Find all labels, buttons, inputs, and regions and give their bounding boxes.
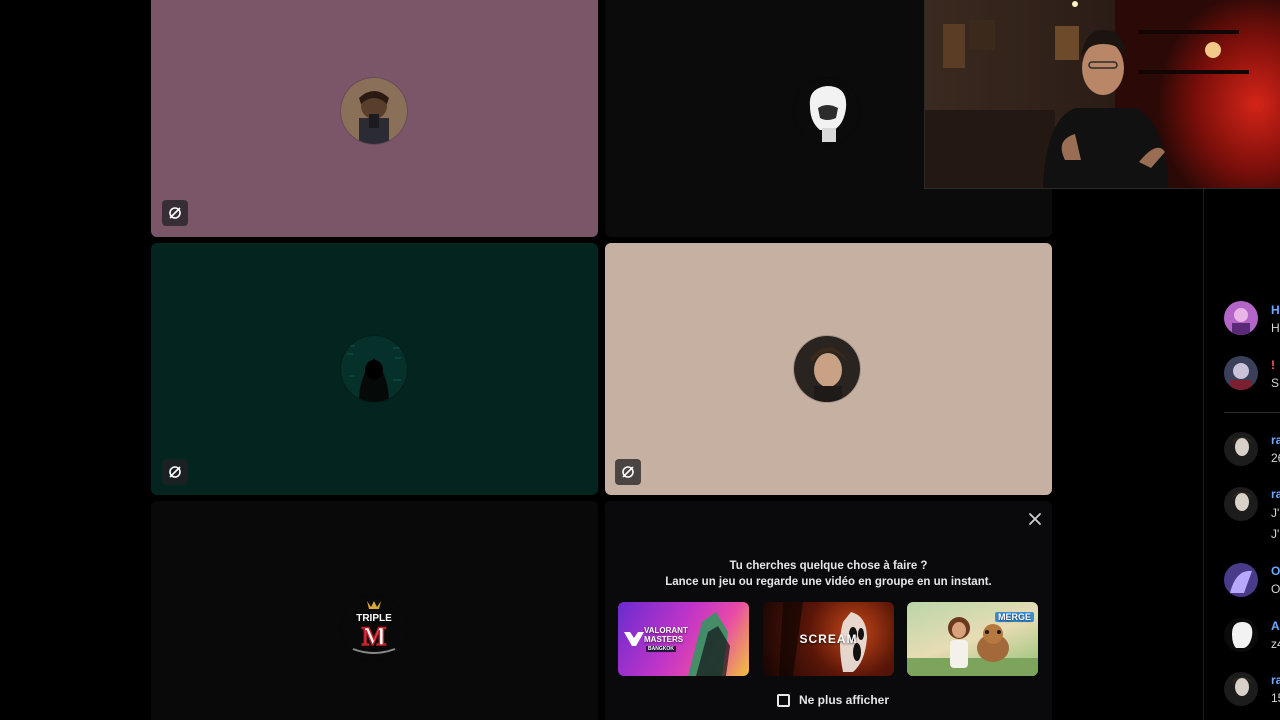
chat-message-text: 26 (1271, 451, 1280, 465)
chat-message[interactable]: ra 15 (1224, 672, 1280, 708)
chat-avatar (1224, 301, 1258, 335)
chat-username[interactable]: O (1271, 564, 1280, 578)
participant-tile-3[interactable] (151, 243, 598, 495)
card-subtitle: BANGKOK (646, 646, 676, 652)
chat-avatar (1224, 487, 1258, 521)
activity-card-scream[interactable]: SCREAM (763, 602, 894, 676)
chat-divider (1224, 412, 1280, 413)
chat-avatar (1224, 432, 1258, 466)
dont-show-again-label: Ne plus afficher (799, 693, 890, 707)
chat-panel-border (1203, 189, 1204, 720)
chat-message[interactable]: ra J'i J'i (1224, 487, 1280, 543)
participant-avatar (794, 336, 860, 402)
chat-avatar (1224, 563, 1258, 597)
participant-avatar (341, 336, 407, 402)
video-off-badge (162, 200, 188, 226)
activity-card-merge[interactable]: MERGE (907, 602, 1038, 676)
participant-avatar (794, 78, 860, 144)
chat-username[interactable]: ! (1271, 358, 1280, 372)
activity-card-valorant[interactable]: VALORANT MASTERS BANGKOK (618, 602, 749, 676)
video-off-icon (169, 466, 181, 478)
chat-message[interactable]: Al z4 (1224, 618, 1280, 654)
chat-message-text: O (1271, 582, 1280, 596)
chat-message-text: SI (1271, 376, 1280, 390)
chat-message-text: J'i (1271, 506, 1280, 520)
video-off-badge (162, 459, 188, 485)
card-title: VALORANT MASTERS (644, 626, 688, 644)
activity-prompt-title: Tu cherches quelque chose à faire ? (729, 560, 928, 572)
chat-message-text: 15 (1271, 691, 1280, 705)
valorant-logo-icon (624, 632, 644, 646)
participant-tile-1[interactable] (151, 0, 598, 237)
chat-avatar (1224, 618, 1258, 652)
video-off-icon (622, 466, 634, 478)
dont-show-again-checkbox[interactable] (777, 693, 790, 707)
chat-username[interactable]: ra (1271, 673, 1280, 687)
participant-avatar (341, 78, 407, 144)
logo-text-m: M (362, 622, 387, 651)
chat-message[interactable]: H H (1224, 301, 1280, 337)
participant-tile-5[interactable]: TRIPLE M (151, 501, 598, 720)
activity-prompt-subtitle: Lance un jeu ou regarde une vidéo en gro… (665, 576, 992, 588)
streamer-webcam (924, 0, 1280, 189)
close-icon (1029, 513, 1041, 525)
chat-avatar (1224, 356, 1258, 390)
video-off-badge (615, 459, 641, 485)
card-title: SCREAM (799, 632, 858, 646)
chat-message[interactable]: ra 26 (1224, 432, 1280, 468)
close-button[interactable] (1024, 508, 1046, 530)
chat-username[interactable]: H (1271, 303, 1280, 317)
participant-tile-4[interactable] (605, 243, 1052, 495)
video-off-icon (169, 207, 181, 219)
chat-message-text: H (1271, 321, 1280, 335)
participant-avatar: TRIPLE M (341, 595, 407, 661)
chat-message-text: J'i (1271, 527, 1280, 541)
chat-avatar (1224, 672, 1258, 706)
chat-username[interactable]: Al (1271, 619, 1280, 633)
chat-message-text: z4 (1271, 637, 1280, 651)
chat-message[interactable]: ! SI (1224, 356, 1280, 392)
card-title: MERGE (995, 612, 1035, 622)
dont-show-again-row[interactable]: Ne plus afficher (777, 690, 889, 710)
chat-username[interactable]: ra (1271, 433, 1280, 447)
chat-username[interactable]: ra (1271, 487, 1280, 501)
chat-message[interactable]: O O (1224, 563, 1280, 599)
